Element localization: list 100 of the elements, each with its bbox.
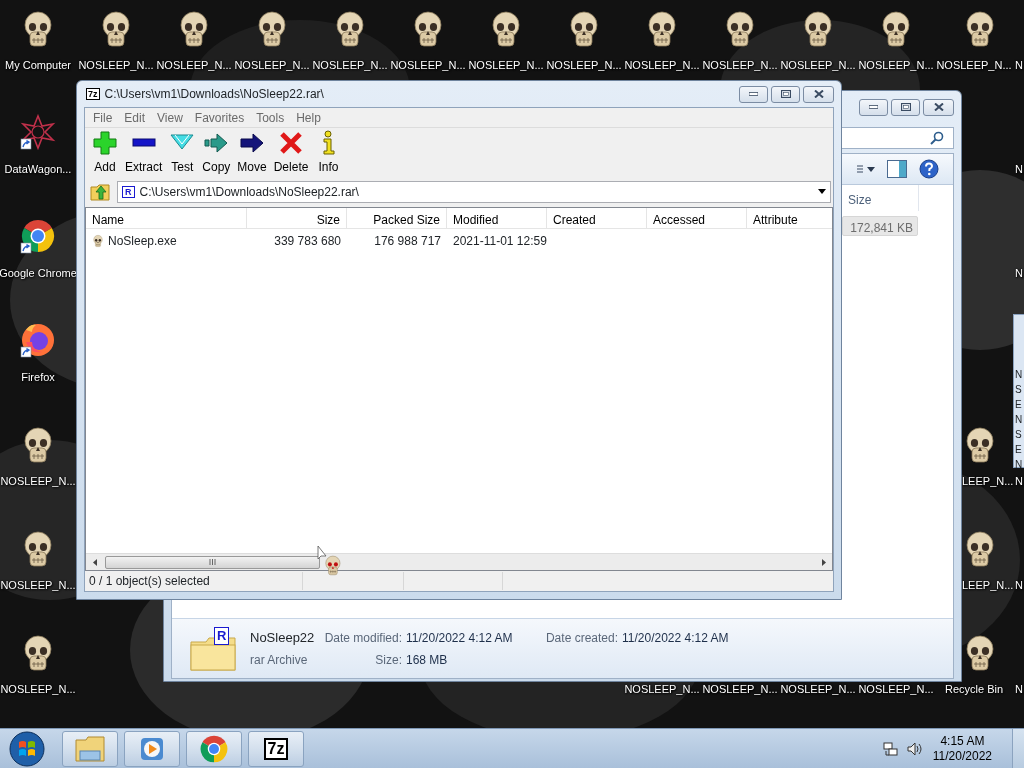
media-player-taskbar-button[interactable]: [124, 730, 180, 767]
skull-icon: [92, 234, 104, 248]
desktop-icon-label[interactable]: N: [1015, 682, 1023, 697]
close-button[interactable]: [923, 98, 954, 116]
view-options-button[interactable]: [857, 164, 875, 174]
desktop-icon-label[interactable]: NOSLEEP_N...: [623, 682, 701, 697]
column-header[interactable]: Name: [86, 208, 247, 228]
info-button[interactable]: Info: [312, 128, 345, 178]
scrollbar-thumb[interactable]: [105, 555, 320, 569]
preview-pane-icon[interactable]: [887, 160, 907, 178]
archive-logo: R: [214, 626, 230, 645]
desktop-icon-label[interactable]: DataWagon...: [0, 162, 77, 177]
volume-icon[interactable]: [906, 740, 923, 757]
minimize-button[interactable]: [859, 98, 888, 116]
desktop-icon-label[interactable]: NOSLEEP_N...: [779, 58, 857, 73]
column-header[interactable]: Modified: [447, 208, 547, 228]
panel-text: N: [1014, 368, 1024, 382]
desktop-icon-label[interactable]: NOSLEEP_N...: [935, 58, 1013, 73]
desktop-icon-label[interactable]: NOSLEEP_N...: [389, 58, 467, 73]
column-header[interactable]: Created: [547, 208, 647, 228]
menu-item[interactable]: Edit: [118, 108, 152, 127]
minimize-icon: [869, 105, 878, 109]
desktop-icon-label[interactable]: NOSLEEP_N...: [701, 682, 779, 697]
clock-date[interactable]: 11/20/2022: [932, 748, 992, 764]
desktop-icon-label[interactable]: NOSLEEP_N...: [77, 58, 155, 73]
detail-label: Date created:: [544, 630, 618, 648]
panel-text: S: [1014, 383, 1023, 397]
help-icon[interactable]: [919, 159, 939, 179]
desktop-icon-label[interactable]: Recycle Bin: [935, 682, 1013, 697]
minimize-button[interactable]: [739, 85, 768, 103]
desktop-icon-label[interactable]: NOSLEEP_N...: [545, 58, 623, 73]
column-header[interactable]: Packed Size: [347, 208, 447, 228]
desktop-icon-label[interactable]: N: [1015, 266, 1023, 281]
desktop-icon-label[interactable]: NOSLEEP_N...: [467, 58, 545, 73]
desktop-icon-label[interactable]: My Computer: [0, 58, 77, 73]
column-header[interactable]: Attribute: [747, 208, 832, 228]
maximize-button[interactable]: [771, 85, 800, 103]
desktop-icon-label[interactable]: LEEP_N...: [962, 578, 1014, 593]
grip-icon: [209, 559, 216, 565]
desktop-icon-label[interactable]: NOSLEEP_N...: [0, 474, 77, 489]
menu-item[interactable]: Tools: [250, 108, 291, 127]
file-name: NoSleep22: [250, 629, 316, 648]
menu-item[interactable]: View: [151, 108, 189, 127]
copy-button[interactable]: Copy: [199, 128, 234, 178]
desktop-icon-label[interactable]: NOSLEEP_N...: [155, 58, 233, 73]
add-button[interactable]: Add: [89, 128, 121, 178]
archive-logo: R: [122, 185, 135, 198]
extract-button[interactable]: Extract: [122, 128, 166, 178]
panel-text: N: [1014, 458, 1024, 472]
desktop-icon-label[interactable]: NOSLEEP_N...: [779, 682, 857, 697]
desktop-icon-label[interactable]: NOSLEEP_N...: [701, 58, 779, 73]
file-type: rar Archive: [250, 651, 309, 669]
desktop-icon-label[interactable]: NOSLEEP_N...: [623, 58, 701, 73]
search-field[interactable]: [839, 127, 954, 149]
desktop-icon-label[interactable]: LEEP_N...: [962, 474, 1014, 489]
desktop-icon-label[interactable]: Firefox: [0, 370, 77, 385]
menu-item[interactable]: Help: [290, 108, 327, 127]
clock-time[interactable]: 4:15 AM: [932, 733, 992, 749]
column-header[interactable]: Size: [247, 208, 347, 228]
status-text: 0 / 1 object(s) selected: [88, 574, 210, 588]
chrome-taskbar-button[interactable]: [186, 730, 242, 767]
desktop-icon-label[interactable]: N: [1015, 578, 1023, 593]
menu-item[interactable]: Favorites: [188, 108, 251, 127]
desktop-icon-label[interactable]: Google Chrome: [0, 266, 77, 281]
network-icon[interactable]: [882, 740, 899, 757]
file-name[interactable]: NoSleep.exe: [108, 232, 177, 250]
chrome-icon[interactable]: [20, 218, 56, 256]
detail-value: 168 MB: [406, 651, 449, 669]
desktop-icon-label[interactable]: NOSLEEP_N...: [311, 58, 389, 73]
delete-button[interactable]: Delete: [270, 128, 312, 178]
star-icon[interactable]: [20, 114, 56, 152]
desktop-icon-label[interactable]: NOSLEEP_N...: [857, 682, 935, 697]
desktop-icon-label[interactable]: NOSLEEP_N...: [857, 58, 935, 73]
test-button[interactable]: Test: [166, 128, 199, 178]
maximize-icon: [900, 103, 911, 111]
archiver-taskbar-button[interactable]: 7z: [248, 730, 304, 767]
maximize-button[interactable]: [891, 98, 920, 116]
panel-text: N: [1014, 413, 1024, 427]
right-arrow-icon: [821, 558, 826, 566]
firefox-icon[interactable]: [20, 322, 56, 360]
folder-icon: [75, 735, 105, 762]
desktop-icon-label[interactable]: N: [1015, 474, 1023, 489]
start-button[interactable]: [8, 729, 46, 768]
desktop-icon-label[interactable]: NOSLEEP_N...: [0, 682, 77, 697]
desktop-icon-label[interactable]: N: [1015, 162, 1023, 177]
desktop-icon-label[interactable]: NOSLEEP_N...: [0, 578, 77, 593]
close-button[interactable]: [803, 85, 834, 103]
desktop-icon-label[interactable]: NOSLEEP_N...: [233, 58, 311, 73]
menu-item[interactable]: File: [87, 108, 119, 127]
address-field[interactable]: R C:\Users\vm1\Downloads\NoSleep22.rar\: [117, 180, 831, 203]
app-logo: 7z: [86, 88, 100, 100]
plus-icon: [92, 130, 118, 156]
size-cell: 172,841 KB: [842, 216, 918, 236]
desktop-icon-label[interactable]: N: [1015, 58, 1023, 73]
play-icon: [140, 736, 164, 761]
column-header[interactable]: Accessed: [647, 208, 747, 228]
panel-text: E: [1014, 443, 1023, 457]
caret-icon: [818, 189, 826, 194]
move-button[interactable]: Move: [234, 128, 270, 178]
list-icon: [857, 164, 863, 174]
